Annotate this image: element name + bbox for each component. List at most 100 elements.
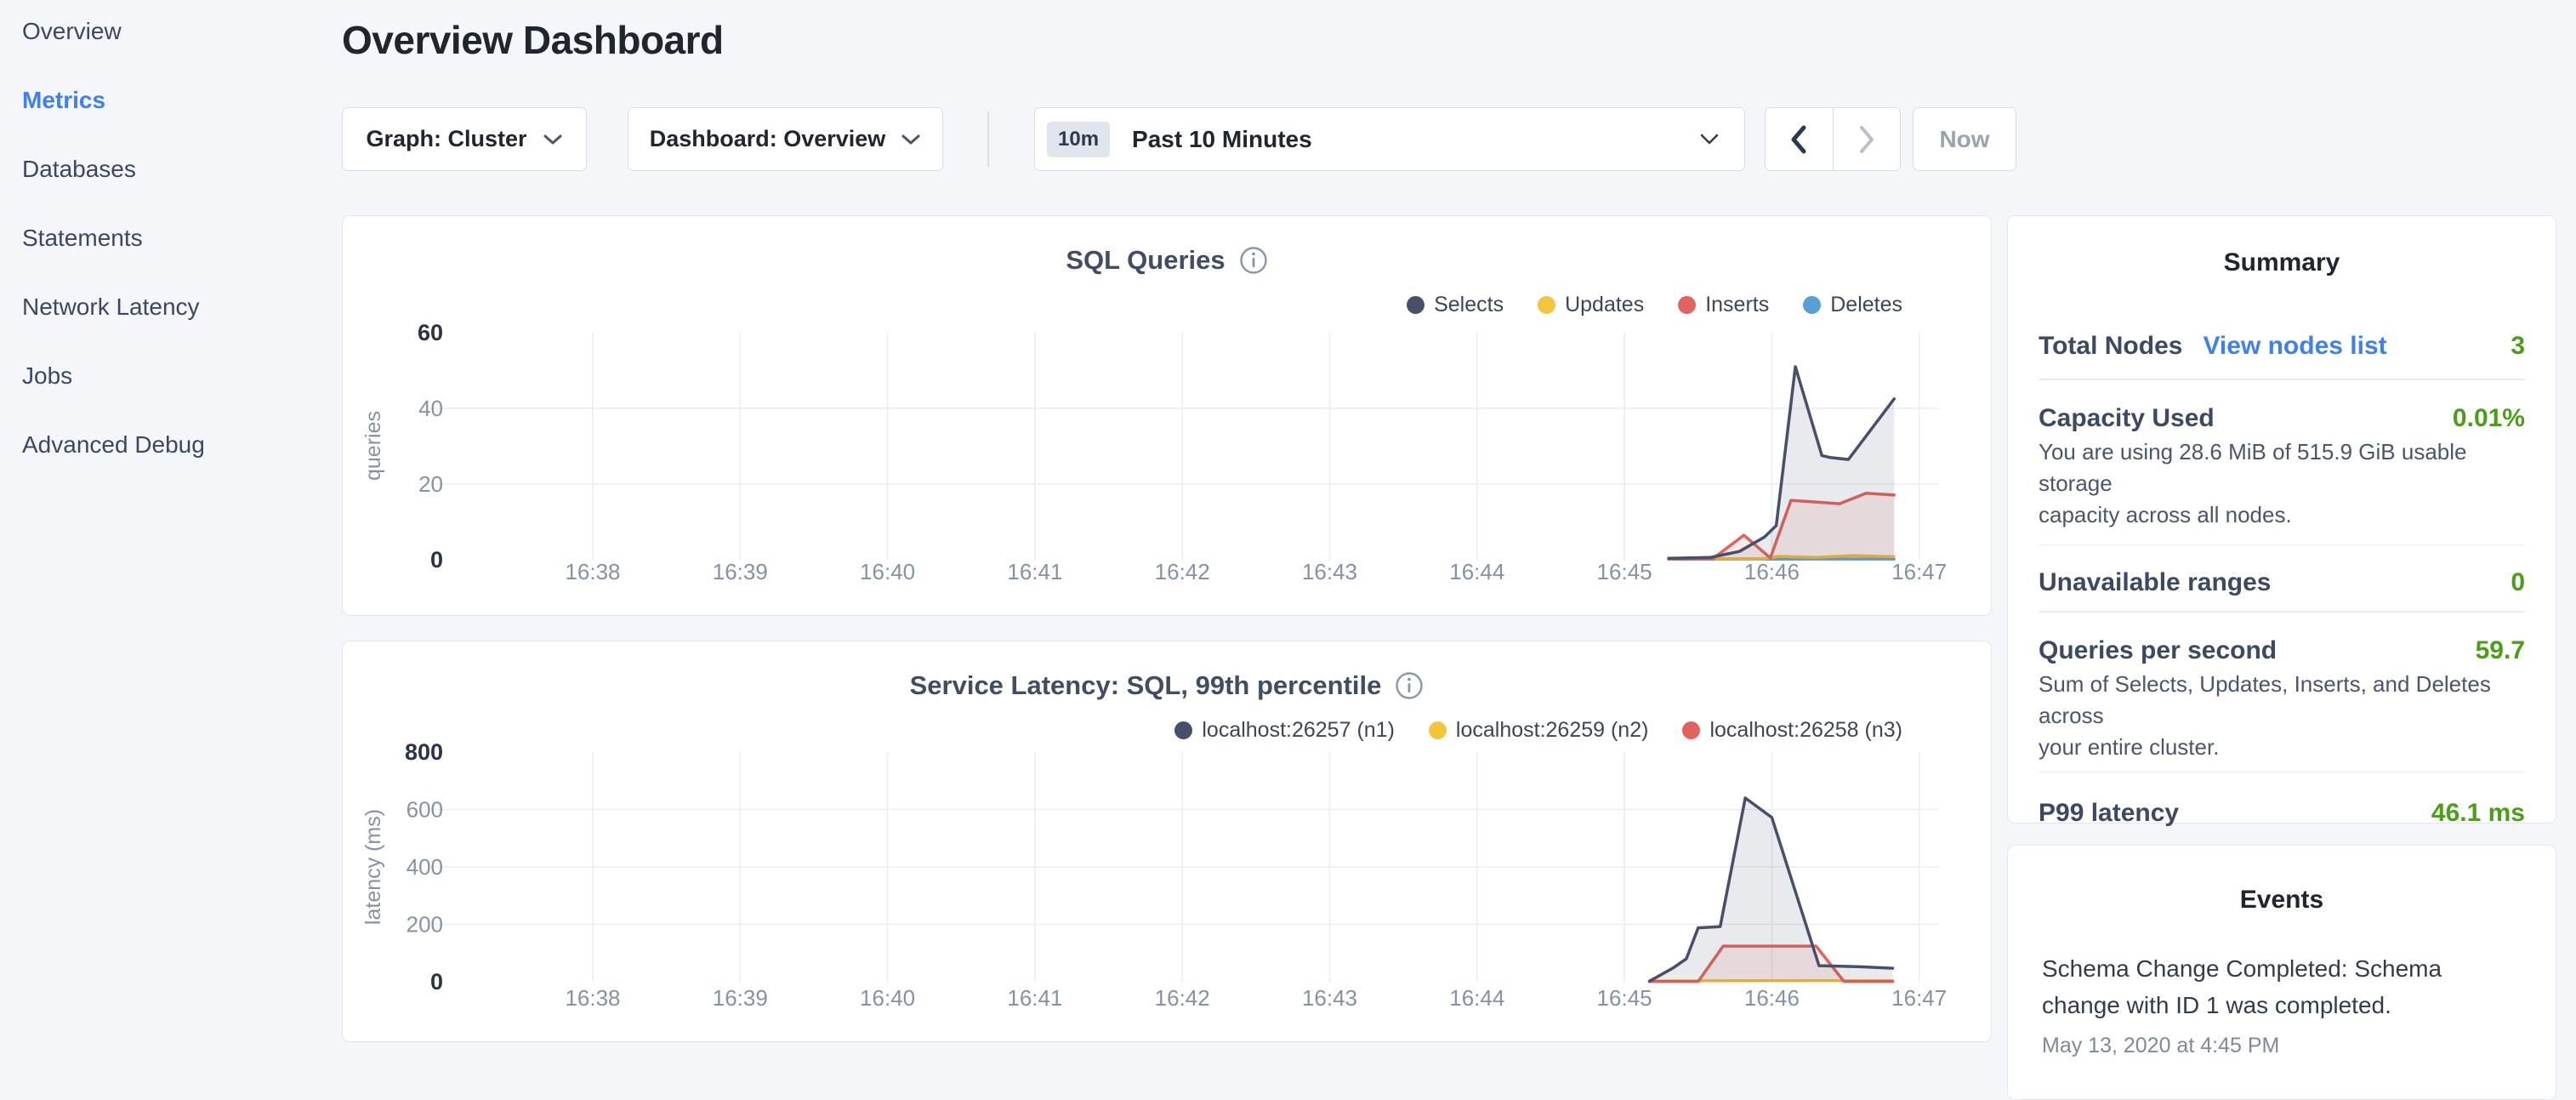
total-nodes-row: Total Nodes View nodes list 3 <box>2039 332 2525 361</box>
svg-text:0: 0 <box>430 969 443 995</box>
service-latency-plot[interactable]: 16:3816:3916:4016:4116:4216:4316:4416:45… <box>343 641 1993 1043</box>
sql-queries-plot[interactable]: 16:3816:3916:4016:4116:4216:4316:4416:45… <box>343 216 1993 617</box>
svg-text:16:47: 16:47 <box>1891 559 1947 584</box>
p99-latency-value: 46.1 ms <box>2431 799 2525 828</box>
svg-text:16:46: 16:46 <box>1744 559 1800 584</box>
legend-label: localhost:26258 (n3) <box>1709 718 1902 743</box>
legend-dot-icon <box>1174 721 1192 739</box>
chevron-down-icon <box>1700 134 1719 145</box>
p99-latency-label: P99 latency <box>2039 799 2179 828</box>
legend-label: Inserts <box>1705 293 1769 317</box>
svg-text:16:41: 16:41 <box>1007 559 1062 584</box>
graph-dropdown-label: Graph: Cluster <box>366 126 526 152</box>
legend-item: Inserts <box>1678 293 1769 317</box>
sidebar-item-jobs[interactable]: Jobs <box>22 357 320 395</box>
svg-text:40: 40 <box>418 396 443 421</box>
time-range-dropdown[interactable]: 10m Past 10 Minutes <box>1034 107 1745 171</box>
legend-dot-icon <box>1803 296 1821 314</box>
svg-text:200: 200 <box>407 912 443 938</box>
time-pager-group <box>1765 107 1901 171</box>
svg-text:16:41: 16:41 <box>1007 985 1062 1011</box>
chart-title: Service Latency: SQL, 99th percentile <box>910 670 1382 701</box>
legend-dot-icon <box>1678 296 1696 314</box>
chart-title: SQL Queries <box>1066 245 1225 276</box>
svg-text:16:42: 16:42 <box>1155 559 1210 584</box>
queries-per-second-value: 59.7 <box>2476 636 2525 665</box>
total-nodes-value: 3 <box>2511 332 2525 361</box>
summary-title: Summary <box>2039 248 2525 277</box>
overview-dashboard-page: { "sidebar": { "items": [ {"label": "Ove… <box>0 0 2576 1052</box>
sidebar-item-overview[interactable]: Overview <box>22 13 320 50</box>
svg-text:latency (ms): latency (ms) <box>361 809 385 925</box>
time-range-badge: 10m <box>1047 122 1110 157</box>
legend-label: Selects <box>1434 293 1504 317</box>
service-latency-chart-card: Service Latency: SQL, 99th percentile lo… <box>342 641 1992 1042</box>
svg-text:16:39: 16:39 <box>713 985 768 1011</box>
legend-label: Updates <box>1565 293 1644 317</box>
chart-legend: localhost:26257 (n1) localhost:26259 (n2)… <box>1174 718 1902 743</box>
page-title: Overview Dashboard <box>342 17 724 63</box>
now-button-label: Now <box>1939 126 1989 153</box>
event-item[interactable]: Schema Change Completed: Schema change w… <box>2042 950 2522 1023</box>
divider <box>2039 772 2525 773</box>
legend-label: Deletes <box>1830 293 1902 317</box>
next-timespan-button[interactable] <box>1833 108 1901 170</box>
sidebar-item-metrics[interactable]: Metrics <box>22 82 320 119</box>
legend-dot-icon <box>1682 721 1700 739</box>
svg-text:16:45: 16:45 <box>1597 985 1652 1011</box>
svg-text:0: 0 <box>430 547 443 573</box>
queries-per-second-description: Sum of Selects, Updates, Inserts, and De… <box>2039 669 2525 763</box>
capacity-used-value: 0.01% <box>2453 404 2525 433</box>
unavailable-ranges-label: Unavailable ranges <box>2039 568 2271 597</box>
info-icon[interactable] <box>1395 671 1424 700</box>
svg-text:16:40: 16:40 <box>860 985 915 1011</box>
events-panel: Events Schema Change Completed: Schema c… <box>2007 845 2556 1100</box>
capacity-used-row: Capacity Used 0.01% <box>2039 404 2525 433</box>
sidebar-nav: Overview Metrics Databases Statements Networ… <box>22 13 320 495</box>
svg-text:400: 400 <box>407 854 443 880</box>
divider <box>2039 611 2525 613</box>
capacity-used-label: Capacity Used <box>2039 404 2215 433</box>
svg-text:16:44: 16:44 <box>1449 985 1504 1011</box>
legend-item: localhost:26258 (n3) <box>1682 718 1902 743</box>
capacity-used-description: You are using 28.6 MiB of 515.9 GiB usab… <box>2039 436 2525 531</box>
previous-timespan-button[interactable] <box>1766 108 1833 170</box>
total-nodes-label: Total Nodes <box>2039 332 2182 361</box>
event-timestamp: May 13, 2020 at 4:45 PM <box>2042 1034 2522 1058</box>
chevron-down-icon <box>901 134 921 145</box>
sidebar-item-network-latency[interactable]: Network Latency <box>22 288 320 326</box>
svg-text:16:38: 16:38 <box>565 985 620 1011</box>
svg-text:16:45: 16:45 <box>1597 559 1652 584</box>
svg-text:20: 20 <box>418 471 443 497</box>
events-title: Events <box>2042 886 2522 915</box>
legend-item: Deletes <box>1803 293 1902 317</box>
chart-legend: Selects Updates Inserts Deletes <box>1407 293 1902 317</box>
queries-per-second-row: Queries per second 59.7 <box>2039 636 2525 665</box>
chevron-down-icon <box>543 134 563 145</box>
svg-text:16:39: 16:39 <box>713 559 768 584</box>
svg-text:600: 600 <box>407 797 443 823</box>
dashboard-dropdown[interactable]: Dashboard: Overview <box>628 107 943 171</box>
graph-dropdown[interactable]: Graph: Cluster <box>342 107 587 171</box>
divider <box>2039 544 2525 546</box>
divider <box>2039 379 2525 380</box>
svg-text:16:43: 16:43 <box>1302 559 1357 584</box>
sidebar-item-statements[interactable]: Statements <box>22 219 320 257</box>
legend-label: localhost:26257 (n1) <box>1202 718 1395 743</box>
unavailable-ranges-value: 0 <box>2511 568 2525 597</box>
svg-text:16:46: 16:46 <box>1744 985 1800 1011</box>
svg-text:16:44: 16:44 <box>1449 559 1504 584</box>
time-range-label: Past 10 Minutes <box>1132 126 1312 153</box>
view-nodes-list-link[interactable]: View nodes list <box>2203 332 2386 361</box>
unavailable-ranges-row: Unavailable ranges 0 <box>2039 568 2525 597</box>
sidebar-item-databases[interactable]: Databases <box>22 151 320 188</box>
legend-dot-icon <box>1538 296 1555 314</box>
sql-queries-chart-card: SQL Queries Selects Updates Inserts Deletes… <box>342 215 1992 616</box>
now-button[interactable]: Now <box>1913 107 2016 171</box>
svg-text:800: 800 <box>405 739 443 765</box>
legend-item: localhost:26257 (n1) <box>1174 718 1395 743</box>
chevron-left-icon <box>1790 125 1807 154</box>
legend-item: localhost:26259 (n2) <box>1429 718 1649 743</box>
sidebar-item-advanced-debug[interactable]: Advanced Debug <box>22 426 320 464</box>
info-icon[interactable] <box>1239 246 1268 275</box>
